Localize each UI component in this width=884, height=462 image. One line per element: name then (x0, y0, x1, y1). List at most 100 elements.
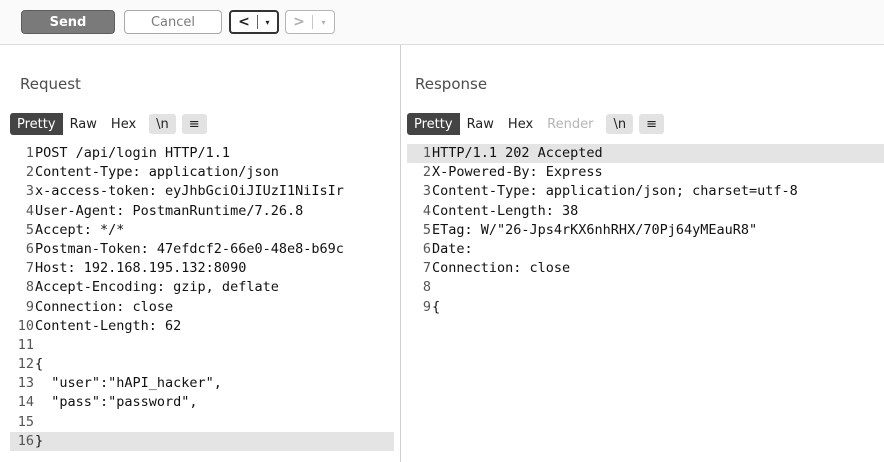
code-line: 13 "user":"hAPI_hacker", (10, 374, 394, 393)
line-number: 2 (422, 164, 431, 181)
request-view-tabs: Pretty Raw Hex \n ≡ (10, 113, 207, 135)
dropdown-arrow-icon[interactable]: ▾ (258, 18, 277, 27)
line-number: 2 (25, 164, 34, 181)
code-line: 8 (407, 278, 884, 297)
line-number: 3 (25, 183, 34, 200)
code-line: 11 (10, 336, 394, 355)
code-line: 7 Connection: close (407, 259, 884, 278)
code-text: { (35, 356, 44, 373)
response-tab-hex[interactable]: Hex (501, 113, 540, 135)
code-line: 1 HTTP/1.1 202 Accepted (407, 144, 884, 164)
code-line: "message":"sorry pal, invalid login" (407, 317, 884, 319)
line-number: 12 (17, 356, 34, 373)
code-line: 2 X-Powered-By: Express (407, 163, 884, 182)
line-number: 6 (25, 240, 34, 257)
code-text: "message":"sorry pal, invalid login" (431, 317, 741, 319)
response-tab-raw[interactable]: Raw (460, 113, 501, 135)
code-text: Content-Length: 38 (432, 202, 579, 219)
code-text: Date: (432, 240, 473, 257)
forward-history-button[interactable]: > ▾ (285, 10, 335, 34)
code-line: 9{ (407, 298, 884, 317)
request-panel-title: Request (20, 75, 81, 93)
menu-icon[interactable]: ≡ (181, 114, 207, 134)
line-number: 5 (25, 221, 34, 238)
code-text: Content-Length: 62 (35, 317, 182, 334)
response-panel: Response Pretty Raw Hex Render \n ≡ 1 HTT… (401, 45, 884, 462)
code-text: Content-Type: application/json; charset=… (432, 183, 798, 200)
code-text: Content-Type: application/json (35, 164, 279, 181)
line-number: 7 (422, 260, 431, 277)
code-line: 1 POST /api/login HTTP/1.1 (10, 144, 394, 163)
menu-icon[interactable]: ≡ (639, 114, 664, 134)
code-line: 12{ (10, 355, 394, 374)
code-line: 6 Postman-Token: 47efdcf2-66e0-48e8-b69c (10, 240, 394, 259)
line-number: 9 (25, 298, 34, 315)
chevron-right-icon: > (293, 14, 305, 30)
line-number: 16 (17, 432, 34, 449)
send-button[interactable]: Send (21, 10, 115, 34)
line-number: 7 (25, 260, 34, 277)
request-tab-raw[interactable]: Raw (63, 113, 104, 135)
line-number: 9 (422, 298, 431, 315)
code-line: 3 Content-Type: application/json; charset… (407, 182, 884, 201)
line-number: 3 (422, 183, 431, 200)
code-text: "user":"hAPI_hacker", (35, 375, 222, 392)
response-panel-title: Response (415, 75, 488, 93)
code-text: Accept: */* (35, 221, 125, 238)
code-line: 4 User-Agent: PostmanRuntime/7.26.8 (10, 202, 394, 221)
line-number: 4 (422, 202, 431, 219)
code-text: POST /api/login HTTP/1.1 (35, 145, 231, 161)
code-line: 16} (10, 431, 394, 451)
back-history-button[interactable]: < ▾ (229, 10, 279, 34)
chevron-left-icon: < (238, 14, 250, 30)
code-text: User-Agent: PostmanRuntime/7.26.8 (35, 202, 304, 219)
http-repeater-window: Send Cancel < ▾ > ▾ Request Pretty Raw H… (0, 0, 884, 462)
newline-toggle-button[interactable]: \n (606, 114, 634, 134)
code-line: 4 Content-Length: 38 (407, 202, 884, 221)
code-line: 6 Date: (407, 240, 884, 259)
request-tab-hex[interactable]: Hex (104, 113, 143, 135)
line-number (407, 317, 431, 319)
code-line: 2 Content-Type: application/json (10, 163, 394, 182)
button-divider (312, 15, 313, 29)
code-text: Postman-Token: 47efdcf2-66e0-48e8-b69c (35, 240, 344, 257)
code-text: ETag: W/"26-Jps4rKX6nhRHX/70Pj64yMEauR8" (432, 221, 758, 238)
newline-toggle-button[interactable]: \n (149, 114, 176, 134)
line-number: 1 (422, 145, 431, 161)
code-line: 8 Accept-Encoding: gzip, deflate (10, 278, 394, 297)
code-text: Connection: close (35, 298, 174, 315)
code-text: Accept-Encoding: gzip, deflate (35, 279, 279, 296)
button-divider (257, 15, 258, 29)
line-number: 5 (422, 221, 431, 238)
line-number: 11 (17, 336, 34, 353)
line-number: 4 (25, 202, 34, 219)
code-text: { (432, 298, 441, 315)
line-number: 8 (25, 279, 34, 296)
code-line: 10 Content-Length: 62 (10, 317, 394, 336)
response-editor[interactable]: 1 HTTP/1.1 202 Accepted 2 X-Powered-By: Exp… (407, 144, 884, 319)
response-tab-pretty[interactable]: Pretty (407, 113, 460, 135)
code-text: X-Powered-By: Express (432, 164, 603, 181)
dropdown-arrow-icon[interactable]: ▾ (313, 18, 334, 27)
line-number: 15 (17, 413, 34, 430)
line-number: 14 (17, 394, 34, 411)
code-line: 3 x-access-token: eyJhbGciOiJIUzI1NiIsIr (10, 182, 394, 201)
line-number: 13 (17, 375, 34, 392)
line-number: 1 (25, 145, 34, 161)
line-number: 10 (17, 317, 34, 334)
code-text: "pass":"password", (35, 394, 198, 411)
code-text: Host: 192.168.195.132:8090 (35, 260, 247, 277)
code-text: } (35, 432, 44, 449)
code-line: 15 (10, 413, 394, 432)
code-line: 5 Accept: */* (10, 221, 394, 240)
cancel-button[interactable]: Cancel (124, 10, 222, 34)
line-number: 6 (422, 240, 431, 257)
code-line: 9 Connection: close (10, 298, 394, 317)
request-tab-pretty[interactable]: Pretty (10, 113, 63, 135)
response-tab-render: Render (547, 116, 594, 132)
request-editor[interactable]: 1 POST /api/login HTTP/1.1 2 Content-Type: … (10, 144, 394, 456)
line-number: 8 (422, 279, 431, 296)
code-line: 7 Host: 192.168.195.132:8090 (10, 259, 394, 278)
